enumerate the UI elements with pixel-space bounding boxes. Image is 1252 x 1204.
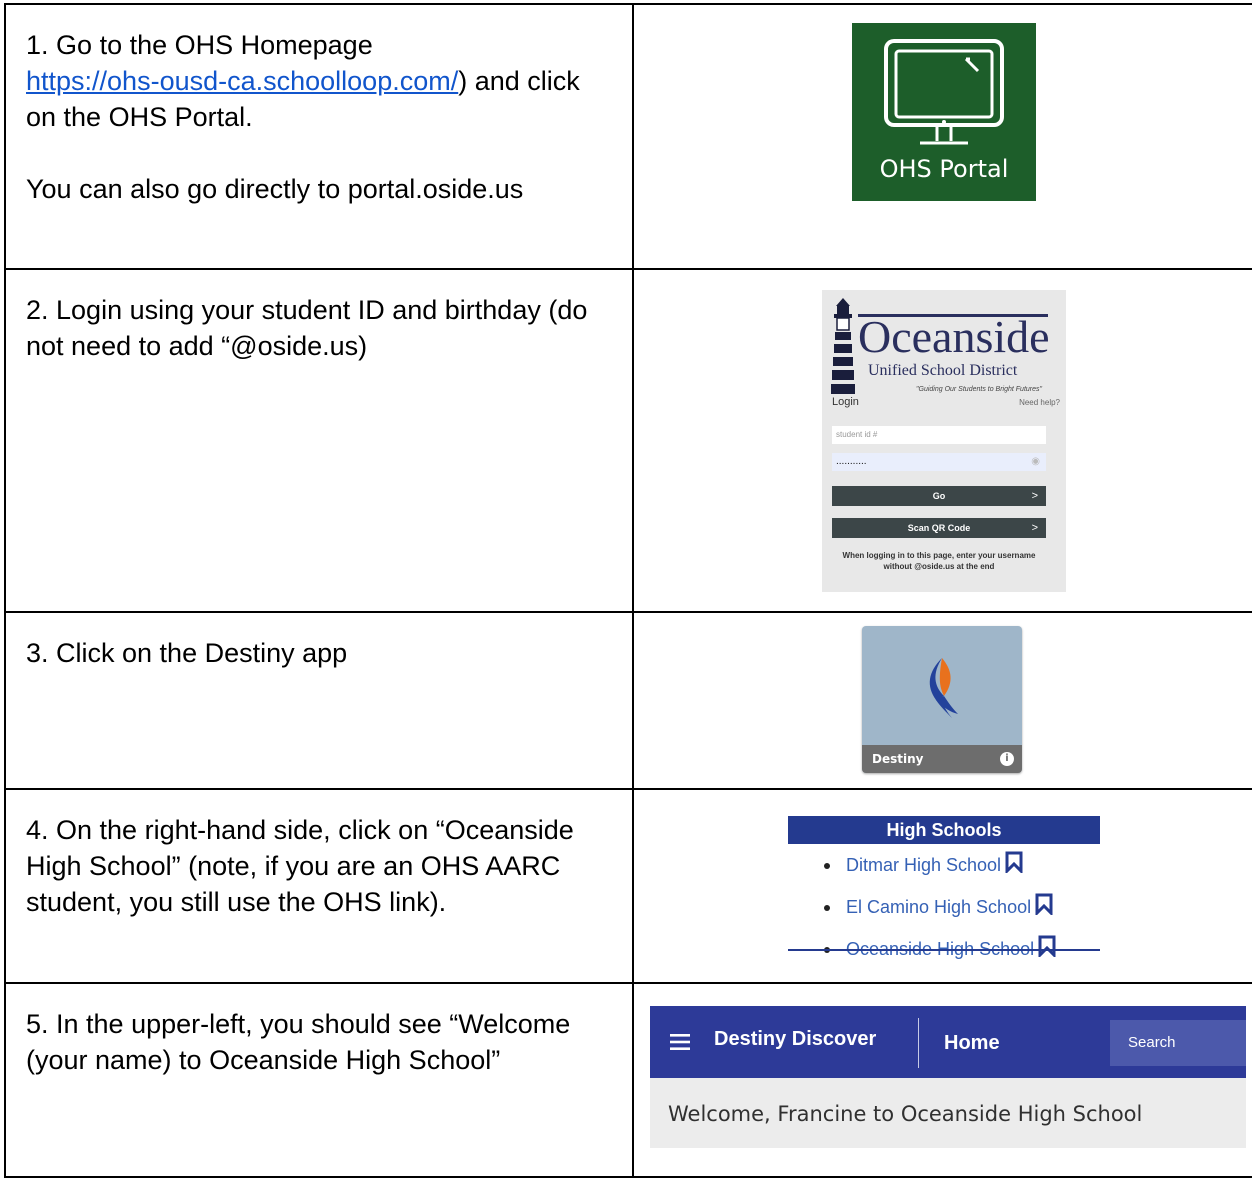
need-help-link[interactable]: Need help? [1019,398,1060,407]
step-1-extra: You can also go directly to portal.oside… [26,174,524,204]
bullet [824,863,830,869]
destiny-discover-header: Destiny Discover Home Search [650,1006,1246,1078]
step-3-image-cell: Destiny i [632,611,1252,790]
chevron-right-icon: > [1031,490,1038,502]
password-field[interactable]: ........... ◉ [832,453,1046,471]
oceanside-login-screen: Oceanside Unified School District "Guidi… [822,290,1066,592]
list-divider [788,949,1100,951]
step-5-text: 5. In the upper-left, you should see “We… [26,1009,571,1075]
list-item-el-camino[interactable]: El Camino High School [788,886,1100,928]
destiny-label-bar: Destiny i [862,745,1022,773]
scan-qr-button[interactable]: Scan QR Code > [832,518,1046,538]
nav-home[interactable]: Home [944,1032,1000,1055]
eye-icon[interactable]: ◉ [1031,453,1040,471]
step-1-text: 1. Go to the OHS Homepage https://ohs-ous… [26,30,580,132]
step-4-image-cell: High Schools Ditmar High School El Camin… [632,788,1252,984]
step-3-instructions: 3. Click on the Destiny app [4,611,634,790]
password-value: ........... [836,456,867,467]
destiny-discover-title[interactable]: Destiny Discover [714,1028,876,1051]
destiny-app-tile[interactable]: Destiny i [862,626,1022,773]
step-1-instructions: 1. Go to the OHS Homepage https://ohs-ous… [4,3,634,270]
destiny-logo-icon [929,658,958,718]
step-row-5: 5. In the upper-left, you should see “We… [4,982,1252,1178]
step-2-instructions: 2. Login using your student ID and birth… [4,268,634,613]
district-name: Unified School District [868,362,1018,379]
step-4-text: 4. On the right-hand side, click on “Oce… [26,815,574,917]
bookmark-icon[interactable] [1038,935,1056,957]
chevron-right-icon: > [1031,522,1038,534]
step-row-2: 2. Login using your student ID and birth… [4,268,1252,613]
step-row-1: 1. Go to the OHS Homepage https://ohs-ous… [4,3,1252,270]
search-input[interactable]: Search [1110,1020,1246,1066]
step-row-3: 3. Click on the Destiny app Destiny i [4,611,1252,790]
lighthouse-icon [831,298,855,394]
step-5-image-cell: Destiny Discover Home Search Welcome, Fr… [632,982,1252,1178]
high-schools-panel: High Schools Ditmar High School El Camin… [788,816,1100,959]
step-row-4: 4. On the right-hand side, click on “Oce… [4,788,1252,984]
hamburger-menu-icon[interactable] [670,1034,690,1050]
bookmark-icon[interactable] [1005,851,1023,873]
scan-qr-label: Scan QR Code [907,523,971,533]
ohs-homepage-link[interactable]: https://ohs-ousd-ca.schoolloop.com/ [26,66,458,96]
go-button[interactable]: Go > [832,486,1046,506]
step-2-image-cell: Oceanside Unified School District "Guidi… [632,268,1252,613]
info-icon[interactable]: i [1000,752,1014,766]
bullet [824,905,830,911]
go-button-label: Go [932,491,946,501]
step-3-text: 3. Click on the Destiny app [26,638,348,668]
login-note: When logging in to this page, enter your… [842,551,1036,571]
instructions-table: 1. Go to the OHS Homepage https://ohs-ous… [4,3,1252,1178]
list-item-ditmar[interactable]: Ditmar High School [788,844,1100,886]
step-1-image-cell: OHS Portal [632,3,1252,270]
high-schools-heading: High Schools [788,816,1100,844]
destiny-label: Destiny [872,752,924,766]
bookmark-icon[interactable] [1035,893,1053,915]
step-4-instructions: 4. On the right-hand side, click on “Oce… [4,788,634,984]
ohs-portal-label: OHS Portal [879,155,1009,183]
destiny-discover-screen: Destiny Discover Home Search Welcome, Fr… [650,1006,1246,1148]
school-link[interactable]: El Camino High School [846,897,1031,917]
step-2-text: 2. Login using your student ID and birth… [26,295,588,361]
welcome-message: Welcome, Francine to Oceanside High Scho… [668,1102,1143,1126]
school-link[interactable]: Ditmar High School [846,855,1001,875]
login-heading: Login [832,396,859,408]
monitor-icon [884,39,1004,145]
step-5-instructions: 5. In the upper-left, you should see “We… [4,982,634,1178]
ohs-portal-tile[interactable]: OHS Portal [852,23,1036,201]
high-schools-list: Ditmar High School El Camino High School… [788,844,1100,970]
header-divider [918,1018,919,1068]
oceanside-brand: Oceanside [858,311,1050,362]
district-tagline: "Guiding Our Students to Bright Futures" [916,386,1042,393]
student-id-field[interactable]: student id # [832,426,1046,444]
